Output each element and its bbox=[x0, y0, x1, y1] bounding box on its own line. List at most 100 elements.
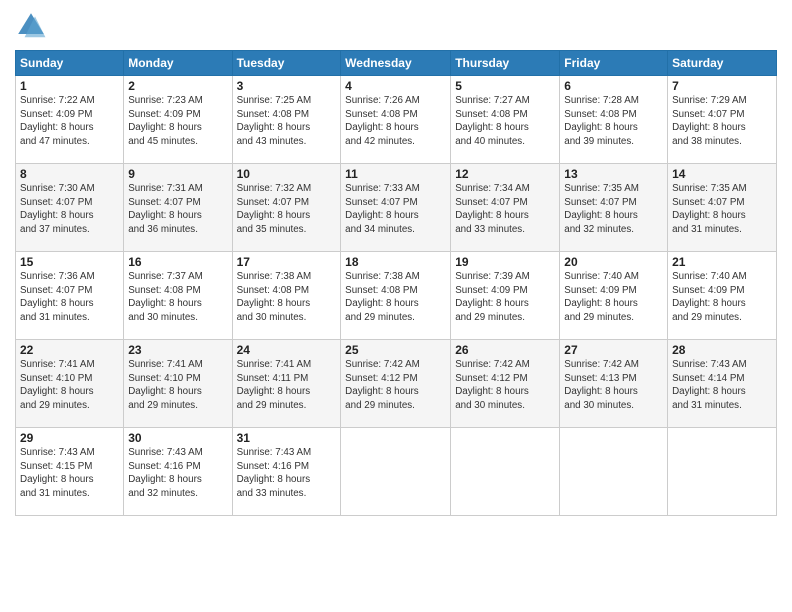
week-row-4: 22 Sunrise: 7:41 AMSunset: 4:10 PMDaylig… bbox=[16, 340, 777, 428]
calendar-cell: 24 Sunrise: 7:41 AMSunset: 4:11 PMDaylig… bbox=[232, 340, 341, 428]
calendar-cell: 17 Sunrise: 7:38 AMSunset: 4:08 PMDaylig… bbox=[232, 252, 341, 340]
header bbox=[15, 10, 777, 42]
calendar-cell: 16 Sunrise: 7:37 AMSunset: 4:08 PMDaylig… bbox=[124, 252, 232, 340]
day-info: Sunrise: 7:40 AMSunset: 4:09 PMDaylight:… bbox=[564, 271, 639, 323]
week-row-3: 15 Sunrise: 7:36 AMSunset: 4:07 PMDaylig… bbox=[16, 252, 777, 340]
calendar-cell: 26 Sunrise: 7:42 AMSunset: 4:12 PMDaylig… bbox=[451, 340, 560, 428]
days-header-row: SundayMondayTuesdayWednesdayThursdayFrid… bbox=[16, 51, 777, 76]
calendar-cell: 19 Sunrise: 7:39 AMSunset: 4:09 PMDaylig… bbox=[451, 252, 560, 340]
day-info: Sunrise: 7:27 AMSunset: 4:08 PMDaylight:… bbox=[455, 95, 530, 147]
day-number: 10 bbox=[237, 167, 337, 181]
day-info: Sunrise: 7:41 AMSunset: 4:10 PMDaylight:… bbox=[128, 359, 203, 411]
day-info: Sunrise: 7:35 AMSunset: 4:07 PMDaylight:… bbox=[672, 183, 747, 235]
calendar-cell: 14 Sunrise: 7:35 AMSunset: 4:07 PMDaylig… bbox=[668, 164, 777, 252]
day-info: Sunrise: 7:42 AMSunset: 4:12 PMDaylight:… bbox=[455, 359, 530, 411]
day-number: 6 bbox=[564, 79, 663, 93]
day-info: Sunrise: 7:22 AMSunset: 4:09 PMDaylight:… bbox=[20, 95, 95, 147]
day-number: 4 bbox=[345, 79, 446, 93]
calendar-table: SundayMondayTuesdayWednesdayThursdayFrid… bbox=[15, 50, 777, 516]
calendar-cell: 29 Sunrise: 7:43 AMSunset: 4:15 PMDaylig… bbox=[16, 428, 124, 516]
week-row-2: 8 Sunrise: 7:30 AMSunset: 4:07 PMDayligh… bbox=[16, 164, 777, 252]
calendar-cell: 3 Sunrise: 7:25 AMSunset: 4:08 PMDayligh… bbox=[232, 76, 341, 164]
day-info: Sunrise: 7:28 AMSunset: 4:08 PMDaylight:… bbox=[564, 95, 639, 147]
day-number: 3 bbox=[237, 79, 337, 93]
day-number: 9 bbox=[128, 167, 227, 181]
day-number: 15 bbox=[20, 255, 119, 269]
calendar-cell: 20 Sunrise: 7:40 AMSunset: 4:09 PMDaylig… bbox=[560, 252, 668, 340]
week-row-1: 1 Sunrise: 7:22 AMSunset: 4:09 PMDayligh… bbox=[16, 76, 777, 164]
calendar-cell: 21 Sunrise: 7:40 AMSunset: 4:09 PMDaylig… bbox=[668, 252, 777, 340]
calendar-cell: 9 Sunrise: 7:31 AMSunset: 4:07 PMDayligh… bbox=[124, 164, 232, 252]
day-info: Sunrise: 7:42 AMSunset: 4:12 PMDaylight:… bbox=[345, 359, 420, 411]
day-info: Sunrise: 7:25 AMSunset: 4:08 PMDaylight:… bbox=[237, 95, 312, 147]
day-info: Sunrise: 7:30 AMSunset: 4:07 PMDaylight:… bbox=[20, 183, 95, 235]
day-info: Sunrise: 7:23 AMSunset: 4:09 PMDaylight:… bbox=[128, 95, 203, 147]
day-number: 30 bbox=[128, 431, 227, 445]
day-header-monday: Monday bbox=[124, 51, 232, 76]
day-number: 18 bbox=[345, 255, 446, 269]
day-header-saturday: Saturday bbox=[668, 51, 777, 76]
calendar-cell: 15 Sunrise: 7:36 AMSunset: 4:07 PMDaylig… bbox=[16, 252, 124, 340]
day-info: Sunrise: 7:38 AMSunset: 4:08 PMDaylight:… bbox=[237, 271, 312, 323]
day-info: Sunrise: 7:41 AMSunset: 4:10 PMDaylight:… bbox=[20, 359, 95, 411]
day-number: 17 bbox=[237, 255, 337, 269]
day-info: Sunrise: 7:40 AMSunset: 4:09 PMDaylight:… bbox=[672, 271, 747, 323]
day-header-tuesday: Tuesday bbox=[232, 51, 341, 76]
day-info: Sunrise: 7:35 AMSunset: 4:07 PMDaylight:… bbox=[564, 183, 639, 235]
calendar-cell: 27 Sunrise: 7:42 AMSunset: 4:13 PMDaylig… bbox=[560, 340, 668, 428]
day-number: 5 bbox=[455, 79, 555, 93]
day-number: 13 bbox=[564, 167, 663, 181]
calendar-cell bbox=[451, 428, 560, 516]
day-number: 7 bbox=[672, 79, 772, 93]
week-row-5: 29 Sunrise: 7:43 AMSunset: 4:15 PMDaylig… bbox=[16, 428, 777, 516]
day-info: Sunrise: 7:34 AMSunset: 4:07 PMDaylight:… bbox=[455, 183, 530, 235]
day-number: 31 bbox=[237, 431, 337, 445]
day-number: 25 bbox=[345, 343, 446, 357]
day-number: 2 bbox=[128, 79, 227, 93]
day-info: Sunrise: 7:43 AMSunset: 4:16 PMDaylight:… bbox=[128, 447, 203, 499]
calendar-cell: 6 Sunrise: 7:28 AMSunset: 4:08 PMDayligh… bbox=[560, 76, 668, 164]
day-header-friday: Friday bbox=[560, 51, 668, 76]
day-info: Sunrise: 7:26 AMSunset: 4:08 PMDaylight:… bbox=[345, 95, 420, 147]
day-info: Sunrise: 7:29 AMSunset: 4:07 PMDaylight:… bbox=[672, 95, 747, 147]
calendar-cell: 4 Sunrise: 7:26 AMSunset: 4:08 PMDayligh… bbox=[341, 76, 451, 164]
day-info: Sunrise: 7:38 AMSunset: 4:08 PMDaylight:… bbox=[345, 271, 420, 323]
calendar-cell: 31 Sunrise: 7:43 AMSunset: 4:16 PMDaylig… bbox=[232, 428, 341, 516]
day-number: 29 bbox=[20, 431, 119, 445]
day-number: 28 bbox=[672, 343, 772, 357]
day-info: Sunrise: 7:43 AMSunset: 4:15 PMDaylight:… bbox=[20, 447, 95, 499]
day-info: Sunrise: 7:33 AMSunset: 4:07 PMDaylight:… bbox=[345, 183, 420, 235]
calendar-cell: 13 Sunrise: 7:35 AMSunset: 4:07 PMDaylig… bbox=[560, 164, 668, 252]
day-info: Sunrise: 7:31 AMSunset: 4:07 PMDaylight:… bbox=[128, 183, 203, 235]
logo-icon bbox=[15, 10, 47, 42]
day-number: 8 bbox=[20, 167, 119, 181]
day-number: 1 bbox=[20, 79, 119, 93]
calendar-cell: 28 Sunrise: 7:43 AMSunset: 4:14 PMDaylig… bbox=[668, 340, 777, 428]
calendar-body: 1 Sunrise: 7:22 AMSunset: 4:09 PMDayligh… bbox=[16, 76, 777, 516]
calendar-cell: 25 Sunrise: 7:42 AMSunset: 4:12 PMDaylig… bbox=[341, 340, 451, 428]
day-info: Sunrise: 7:42 AMSunset: 4:13 PMDaylight:… bbox=[564, 359, 639, 411]
day-header-sunday: Sunday bbox=[16, 51, 124, 76]
day-header-wednesday: Wednesday bbox=[341, 51, 451, 76]
calendar-cell: 22 Sunrise: 7:41 AMSunset: 4:10 PMDaylig… bbox=[16, 340, 124, 428]
calendar-cell bbox=[668, 428, 777, 516]
calendar-cell: 1 Sunrise: 7:22 AMSunset: 4:09 PMDayligh… bbox=[16, 76, 124, 164]
day-number: 20 bbox=[564, 255, 663, 269]
logo bbox=[15, 10, 51, 42]
calendar-cell: 10 Sunrise: 7:32 AMSunset: 4:07 PMDaylig… bbox=[232, 164, 341, 252]
calendar-cell: 11 Sunrise: 7:33 AMSunset: 4:07 PMDaylig… bbox=[341, 164, 451, 252]
page: SundayMondayTuesdayWednesdayThursdayFrid… bbox=[0, 0, 792, 612]
day-number: 14 bbox=[672, 167, 772, 181]
calendar-cell: 23 Sunrise: 7:41 AMSunset: 4:10 PMDaylig… bbox=[124, 340, 232, 428]
day-info: Sunrise: 7:32 AMSunset: 4:07 PMDaylight:… bbox=[237, 183, 312, 235]
calendar-cell bbox=[341, 428, 451, 516]
day-header-thursday: Thursday bbox=[451, 51, 560, 76]
day-info: Sunrise: 7:41 AMSunset: 4:11 PMDaylight:… bbox=[237, 359, 312, 411]
day-number: 12 bbox=[455, 167, 555, 181]
calendar-cell: 2 Sunrise: 7:23 AMSunset: 4:09 PMDayligh… bbox=[124, 76, 232, 164]
calendar-cell: 30 Sunrise: 7:43 AMSunset: 4:16 PMDaylig… bbox=[124, 428, 232, 516]
day-number: 26 bbox=[455, 343, 555, 357]
day-number: 27 bbox=[564, 343, 663, 357]
day-info: Sunrise: 7:39 AMSunset: 4:09 PMDaylight:… bbox=[455, 271, 530, 323]
calendar-cell: 12 Sunrise: 7:34 AMSunset: 4:07 PMDaylig… bbox=[451, 164, 560, 252]
